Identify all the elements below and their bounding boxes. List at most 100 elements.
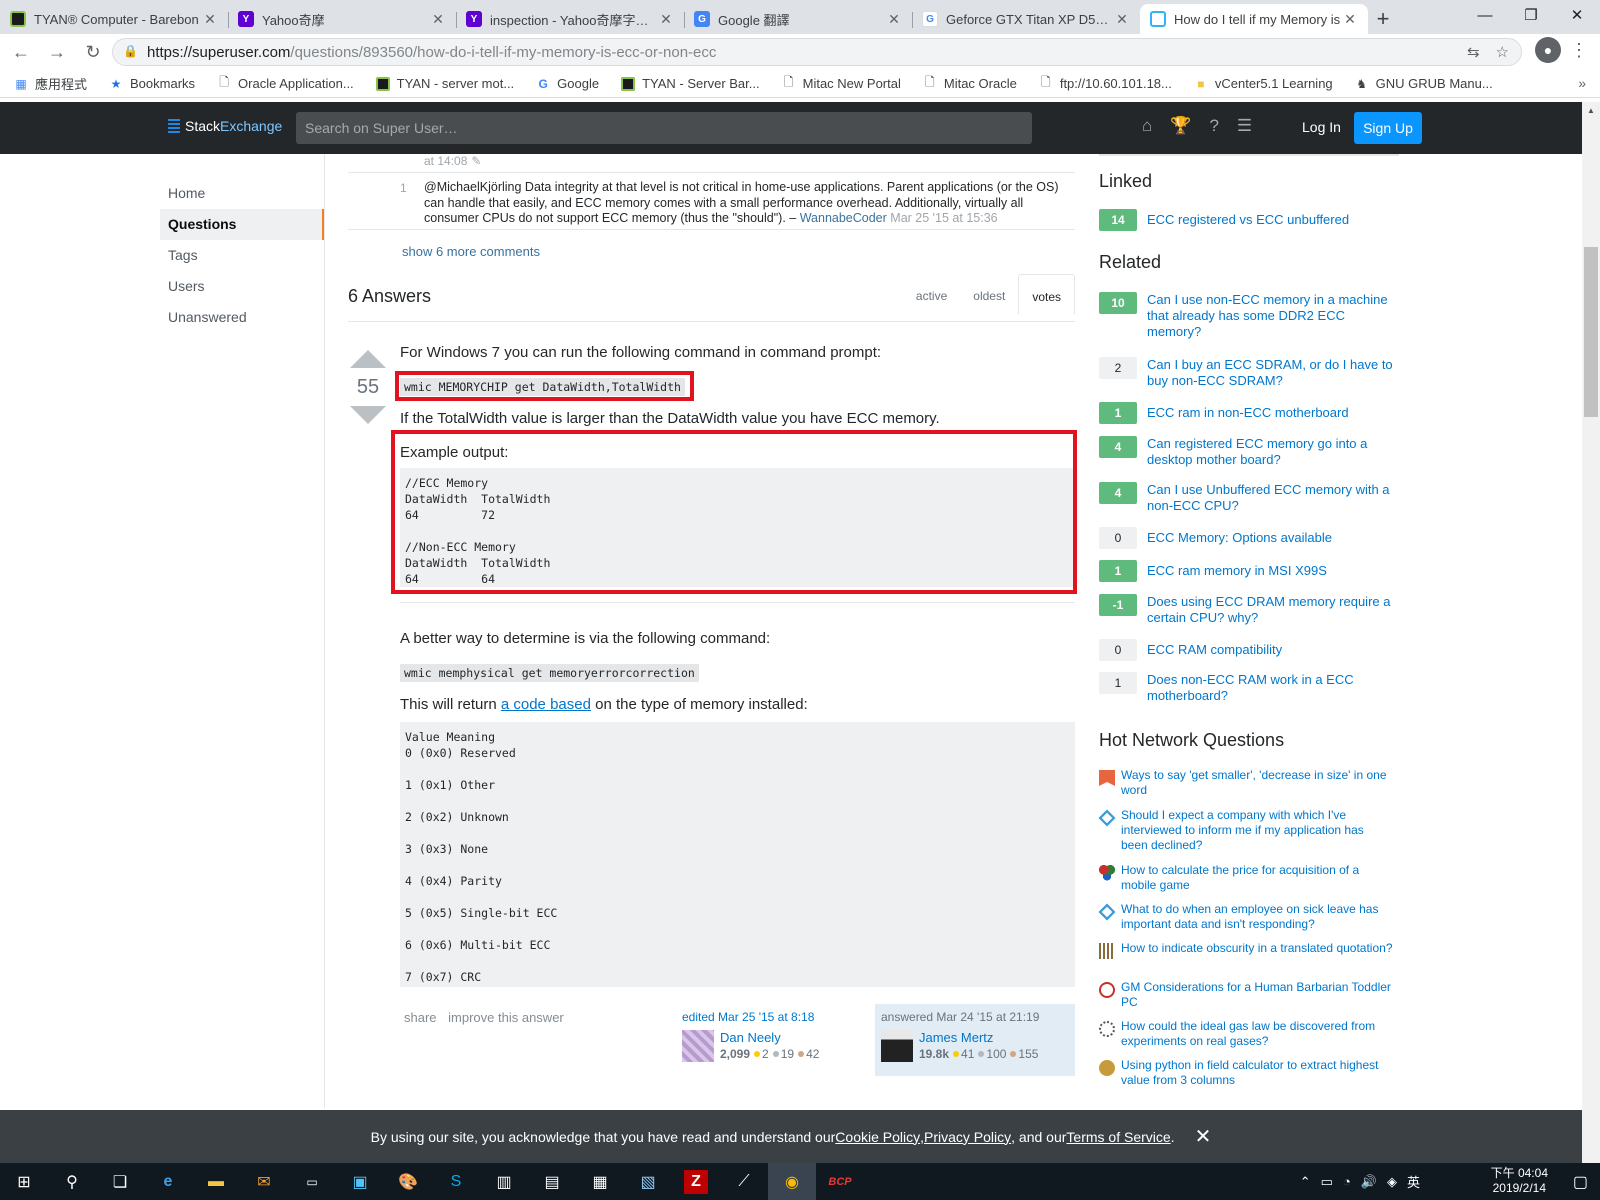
related-item[interactable]: 2 Can I buy an ECC SDRAM, or do I have to… bbox=[1099, 357, 1399, 389]
address-bar[interactable]: 🔒 https://superuser.com/questions/893560… bbox=[112, 38, 1522, 66]
profile-avatar-icon[interactable]: ● bbox=[1535, 37, 1561, 63]
linked-question-link[interactable]: ECC registered vs ECC unbuffered bbox=[1147, 209, 1397, 231]
command-prompt-icon[interactable]: ▭ bbox=[288, 1163, 336, 1200]
browser-tab[interactable]: TYAN® Computer - Barebon ✕ bbox=[0, 4, 228, 34]
nav-unanswered[interactable]: Unanswered bbox=[160, 302, 325, 333]
editor-avatar[interactable] bbox=[682, 1030, 714, 1062]
hot-question-item[interactable]: How to calculate the price for acquisiti… bbox=[1099, 863, 1399, 893]
bookmark-item[interactable]: ■ vCenter5.1 Learning bbox=[1194, 76, 1332, 91]
close-tab-icon[interactable]: ✕ bbox=[1342, 11, 1358, 28]
remote-desktop-icon[interactable]: ▣ bbox=[336, 1163, 384, 1200]
help-icon[interactable]: ? bbox=[1209, 116, 1218, 136]
volume-icon[interactable]: 🔊 bbox=[1361, 1174, 1377, 1190]
usb-tool-icon[interactable]: ⟋ bbox=[720, 1163, 768, 1200]
related-question-link[interactable]: Can I use Unbuffered ECC memory with a n… bbox=[1147, 482, 1397, 514]
hot-question-link[interactable]: How to indicate obscurity in a translate… bbox=[1121, 941, 1393, 959]
close-tab-icon[interactable]: ✕ bbox=[1114, 11, 1130, 28]
paint-icon[interactable]: 🎨 bbox=[384, 1163, 432, 1200]
close-tab-icon[interactable]: ✕ bbox=[658, 11, 674, 28]
improve-answer-link[interactable]: improve this answer bbox=[448, 1010, 564, 1025]
hot-question-link[interactable]: Should I expect a company with which I'v… bbox=[1121, 808, 1393, 853]
browser-tab[interactable]: Y inspection - Yahoo奇摩字典 搜 ✕ bbox=[456, 4, 684, 34]
edited-time-link[interactable]: edited Mar 25 '15 at 8:18 bbox=[676, 1004, 876, 1024]
bcp-app-icon[interactable]: BCP bbox=[816, 1163, 864, 1200]
browser-tab[interactable]: Y Yahoo奇摩 ✕ bbox=[228, 4, 456, 34]
bookmark-item[interactable]: ★ Bookmarks bbox=[109, 76, 195, 91]
related-item[interactable]: 4 Can registered ECC memory go into a des… bbox=[1099, 436, 1399, 468]
battery-icon[interactable]: ▭ bbox=[1321, 1174, 1333, 1190]
notification-center-icon[interactable]: ▢ bbox=[1573, 1172, 1588, 1192]
hot-question-item[interactable]: How to indicate obscurity in a translate… bbox=[1099, 941, 1399, 959]
back-arrow-icon[interactable]: ← bbox=[6, 37, 36, 67]
bookmark-item[interactable]: TYAN - server mot... bbox=[375, 76, 514, 91]
author-name-link[interactable]: James Mertz bbox=[919, 1030, 1038, 1045]
minimize-icon[interactable]: — bbox=[1462, 0, 1508, 30]
bookmark-item[interactable]: TYAN - Server Bar... bbox=[621, 76, 760, 91]
related-item[interactable]: 0 ECC RAM compatibility bbox=[1099, 639, 1399, 661]
hot-question-item[interactable]: Using python in field calculator to extr… bbox=[1099, 1058, 1399, 1088]
browser-tab-active[interactable]: How do I tell if my Memory is ✕ bbox=[1140, 4, 1368, 34]
sort-tab-votes[interactable]: votes bbox=[1018, 274, 1075, 315]
related-item[interactable]: 1 ECC ram memory in MSI X99S bbox=[1099, 560, 1399, 582]
filezilla-icon[interactable]: Z bbox=[684, 1169, 708, 1194]
related-item[interactable]: 4 Can I use Unbuffered ECC memory with a … bbox=[1099, 482, 1399, 514]
comment-user-link[interactable]: WannabeCoder bbox=[800, 211, 887, 225]
downvote-arrow-icon[interactable] bbox=[350, 406, 386, 424]
hot-question-link[interactable]: How could the ideal gas law be discovere… bbox=[1121, 1019, 1393, 1049]
related-question-link[interactable]: ECC ram in non-ECC motherboard bbox=[1147, 402, 1397, 424]
related-question-link[interactable]: ECC ram memory in MSI X99S bbox=[1147, 560, 1397, 582]
hot-question-link[interactable]: Ways to say 'get smaller', 'decrease in … bbox=[1121, 768, 1393, 798]
bookmark-star-icon[interactable]: ☆ bbox=[1496, 43, 1509, 61]
upvote-arrow-icon[interactable] bbox=[350, 350, 386, 368]
skype-icon[interactable]: S bbox=[432, 1163, 480, 1200]
related-question-link[interactable]: Can registered ECC memory go into a desk… bbox=[1147, 436, 1397, 468]
new-tab-button[interactable]: + bbox=[1368, 4, 1398, 34]
sort-tab-oldest[interactable]: oldest bbox=[960, 274, 1018, 314]
hot-question-link[interactable]: GM Considerations for a Human Barbarian … bbox=[1121, 980, 1393, 1010]
nav-home[interactable]: Home bbox=[160, 178, 325, 209]
translate-icon[interactable]: ⇆ bbox=[1467, 43, 1480, 61]
code-based-link[interactable]: a code based bbox=[501, 696, 591, 713]
related-question-link[interactable]: ECC Memory: Options available bbox=[1147, 527, 1397, 549]
hot-question-link[interactable]: What to do when an employee on sick leav… bbox=[1121, 902, 1393, 932]
related-item[interactable]: 1 ECC ram in non-ECC motherboard bbox=[1099, 402, 1399, 424]
bookmark-item[interactable]: 🗋 Oracle Application... bbox=[217, 75, 353, 91]
close-tab-icon[interactable]: ✕ bbox=[202, 11, 218, 28]
share-link[interactable]: share bbox=[404, 1010, 437, 1025]
related-question-link[interactable]: Does using ECC DRAM memory require a cer… bbox=[1147, 594, 1397, 626]
linked-item[interactable]: 14 ECC registered vs ECC unbuffered bbox=[1099, 209, 1399, 231]
page-scrollbar[interactable]: ▲ bbox=[1582, 102, 1600, 1163]
hot-question-item[interactable]: Ways to say 'get smaller', 'decrease in … bbox=[1099, 768, 1399, 798]
bookmark-item[interactable]: 🗋 Mitac New Portal bbox=[782, 75, 901, 91]
windows-start-icon[interactable]: ⊞ bbox=[0, 1163, 48, 1200]
more-bookmarks-icon[interactable]: » bbox=[1578, 75, 1586, 91]
achievements-trophy-icon[interactable]: 🏆 bbox=[1170, 116, 1191, 136]
browser-tab[interactable]: G Google 翻譯 ✕ bbox=[684, 4, 912, 34]
bookmark-item[interactable]: 🗋 ftp://10.60.101.18... bbox=[1039, 75, 1172, 91]
terms-of-service-link[interactable]: Terms of Service bbox=[1066, 1129, 1170, 1145]
stackexchange-logo[interactable]: Stack Exchange bbox=[168, 118, 282, 134]
related-item[interactable]: 1 Does non-ECC RAM work in a ECC motherbo… bbox=[1099, 672, 1399, 704]
maximize-icon[interactable]: ❐ bbox=[1508, 0, 1554, 30]
internet-explorer-icon[interactable]: e bbox=[144, 1163, 192, 1200]
hot-question-link[interactable]: Using python in field calculator to extr… bbox=[1121, 1058, 1393, 1088]
tray-expand-icon[interactable]: ⌃ bbox=[1300, 1174, 1311, 1190]
nav-questions[interactable]: Questions bbox=[160, 209, 325, 240]
edit-pencil-icon[interactable]: ✎ bbox=[471, 154, 481, 168]
editor-name-link[interactable]: Dan Neely bbox=[720, 1030, 819, 1045]
related-item[interactable]: 10 Can I use non-ECC memory in a machine … bbox=[1099, 292, 1399, 340]
calculator-icon[interactable]: ▦ bbox=[576, 1163, 624, 1200]
browser-tab[interactable]: G Geforce GTX Titan XP D5X 12 ✕ bbox=[912, 4, 1140, 34]
close-tab-icon[interactable]: ✕ bbox=[886, 11, 902, 28]
privacy-policy-link[interactable]: Privacy Policy bbox=[924, 1129, 1011, 1145]
taskbar-clock[interactable]: 下午 04:04 2019/2/14 bbox=[1491, 1166, 1548, 1196]
bookmark-item[interactable]: G Google bbox=[536, 76, 600, 91]
author-avatar[interactable] bbox=[881, 1030, 913, 1062]
hot-question-item[interactable]: Should I expect a company with which I'v… bbox=[1098, 808, 1399, 853]
ime-indicator[interactable]: 英 bbox=[1407, 1172, 1420, 1191]
browser-menu-icon[interactable]: ⋮ bbox=[1570, 40, 1588, 61]
bookmark-item[interactable]: 🗋 Mitac Oracle bbox=[923, 75, 1017, 91]
signup-button[interactable]: Sign Up bbox=[1354, 112, 1422, 144]
login-link[interactable]: Log In bbox=[1302, 119, 1341, 135]
sort-tab-active[interactable]: active bbox=[903, 274, 960, 314]
